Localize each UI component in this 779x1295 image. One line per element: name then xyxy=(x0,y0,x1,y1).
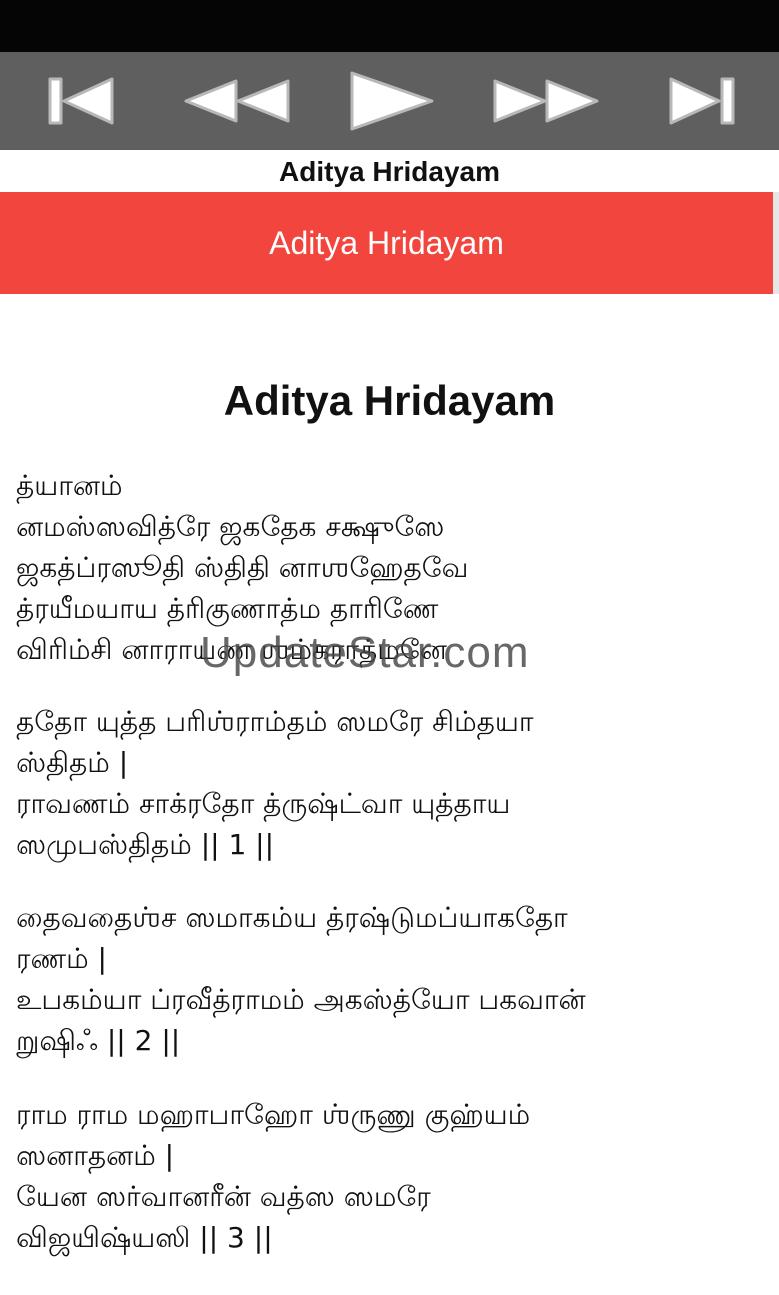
app-title: Aditya Hridayam xyxy=(0,150,779,192)
verse-line: ஸமுபஸ்திதம் || 1 || xyxy=(16,828,275,861)
verse-block: ராம ராம மஹாபாஹோ ஶ்ருணு குஹ்யம் ஸனாதனம் |… xyxy=(16,1094,766,1258)
verse-line: தைவதைஶ்ச ஸமாகம்ய த்ரஷ்டுமப்யாகதோ xyxy=(16,901,568,934)
verse-line: த்யானம் xyxy=(16,469,123,502)
verse-line: ஸனாதனம் | xyxy=(16,1139,175,1172)
verse-line: ஸ்திதம் | xyxy=(16,746,129,779)
skip-next-button[interactable] xyxy=(647,66,757,136)
fast-forward-button[interactable] xyxy=(492,66,602,136)
verse-block: த்யானம் னமஸ்ஸவித்ரே ஜகதேக சக்ஷுஸே ஜகத்ப்… xyxy=(16,465,766,670)
skip-previous-icon xyxy=(48,77,114,125)
verse-line: ஜகத்ப்ரஸூதி ஸ்திதி னாஶஹேதவே xyxy=(16,551,469,584)
fast-forward-icon xyxy=(493,79,599,123)
verse-block: தைவதைஶ்ச ஸமாகம்ய த்ரஷ்டுமப்யாகதோ ரணம் | … xyxy=(16,897,766,1061)
document-heading: Aditya Hridayam xyxy=(223,377,556,424)
verse-line: விஜயிஷ்யஸி || 3 || xyxy=(16,1221,273,1254)
title-banner: Aditya Hridayam xyxy=(0,192,779,294)
verse-line: விரிம்சி னாராயண ஶம்கராத்மனே xyxy=(16,633,447,666)
verse-line: ததோ யுத்த பரிஶ்ராம்தம் ஸமரே சிம்தயா xyxy=(16,705,534,738)
skip-next-icon xyxy=(669,77,735,125)
play-icon xyxy=(350,71,433,131)
document-content[interactable]: Aditya Hridayam த்யானம் னமஸ்ஸவித்ரே ஜகதே… xyxy=(0,294,779,1295)
verse-line: ரணம் | xyxy=(16,942,107,975)
verse-line: யேன ஸர்வானரீன் வத்ஸ ஸமரே xyxy=(16,1180,431,1213)
verse-line: ராம ராம மஹாபாஹோ ஶ்ருணு குஹ்யம் xyxy=(16,1098,531,1131)
verse-line: த்ரயீமயாய த்ரிகுணாத்ம தாரிணே xyxy=(16,592,439,625)
rewind-icon xyxy=(184,79,290,123)
status-bar xyxy=(0,0,779,52)
verse-line: றுஷிஃ || 2 || xyxy=(16,1024,181,1057)
verse-line: னமஸ்ஸவித்ரே ஜகதேக சக்ஷுஸே xyxy=(16,510,445,543)
skip-previous-button[interactable] xyxy=(26,66,136,136)
verse-block: ததோ யுத்த பரிஶ்ராம்தம் ஸமரே சிம்தயா ஸ்தி… xyxy=(16,701,766,865)
verse-line: உபகம்யா ப்ரவீத்ராமம் அகஸ்த்யோ பகவான் xyxy=(16,983,586,1016)
media-player-controls xyxy=(0,52,779,150)
verse-line: ராவணம் சாக்ரதோ த்ருஷ்ட்வா யுத்தாய xyxy=(16,787,511,820)
rewind-button[interactable] xyxy=(181,66,291,136)
play-button[interactable] xyxy=(337,66,447,136)
